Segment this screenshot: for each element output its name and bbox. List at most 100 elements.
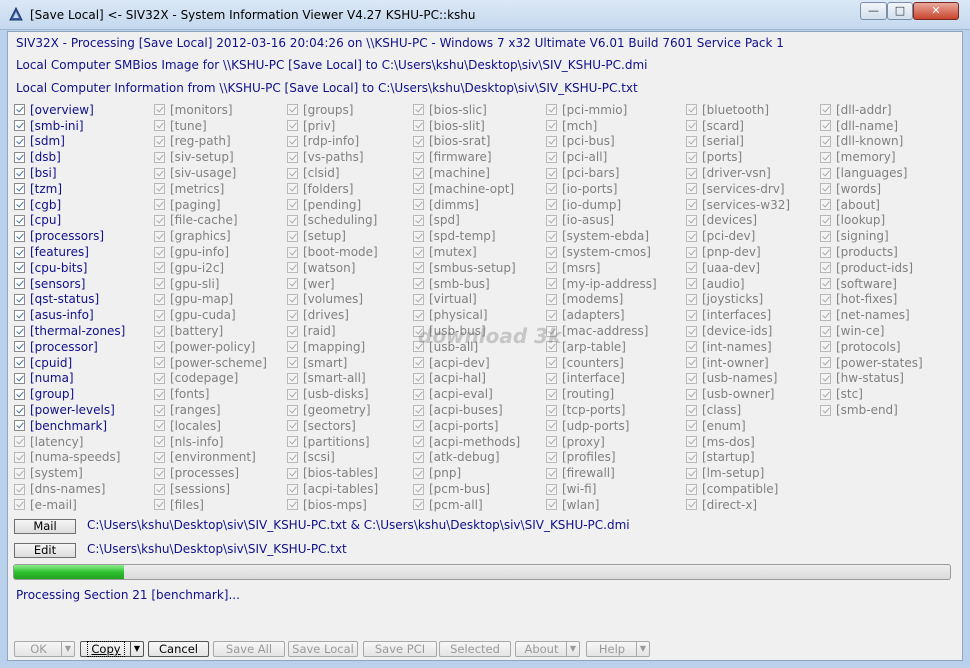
section-checkbox[interactable] — [14, 293, 25, 305]
help-dropdown-arrow-icon[interactable]: ▼ — [636, 642, 649, 656]
section-checkbox[interactable] — [154, 372, 165, 384]
section-option[interactable]: [pci-dev] — [686, 228, 790, 244]
section-option[interactable]: [pnp-dev] — [686, 244, 790, 260]
section-checkbox[interactable] — [546, 262, 557, 274]
section-checkbox[interactable] — [287, 467, 298, 479]
section-option[interactable]: [dll-name] — [820, 118, 923, 134]
section-checkbox[interactable] — [287, 246, 298, 258]
save-local-button[interactable]: Save Local — [288, 641, 358, 657]
section-checkbox[interactable] — [14, 309, 25, 321]
section-checkbox[interactable] — [287, 325, 298, 337]
section-checkbox[interactable] — [413, 167, 424, 179]
section-checkbox[interactable] — [820, 246, 831, 258]
section-checkbox[interactable] — [686, 293, 697, 305]
help-button[interactable]: Help ▼ — [586, 641, 650, 657]
section-checkbox[interactable] — [14, 436, 25, 448]
section-checkbox[interactable] — [686, 167, 697, 179]
section-option[interactable]: [dsb] — [14, 149, 125, 165]
section-checkbox[interactable] — [413, 372, 424, 384]
section-checkbox[interactable] — [287, 372, 298, 384]
copy-dropdown-arrow-icon[interactable]: ▼ — [130, 642, 143, 656]
section-option[interactable]: [compatible] — [686, 481, 790, 497]
section-option[interactable]: [audio] — [686, 276, 790, 292]
section-checkbox[interactable] — [287, 341, 298, 353]
section-checkbox[interactable] — [546, 420, 557, 432]
section-checkbox[interactable] — [14, 199, 25, 211]
section-checkbox[interactable] — [287, 293, 298, 305]
section-option[interactable]: [file-cache] — [154, 213, 267, 229]
section-option[interactable]: [tcp-ports] — [546, 402, 657, 418]
section-option[interactable]: [usb-names] — [686, 371, 790, 387]
section-checkbox[interactable] — [546, 246, 557, 258]
section-option[interactable]: [usb-owner] — [686, 386, 790, 402]
section-option[interactable]: [atk-debug] — [413, 450, 520, 466]
section-checkbox[interactable] — [287, 214, 298, 226]
section-checkbox[interactable] — [14, 420, 25, 432]
section-option[interactable]: [routing] — [546, 386, 657, 402]
section-option[interactable]: [profiles] — [546, 450, 657, 466]
section-checkbox[interactable] — [820, 278, 831, 290]
section-option[interactable]: [rdp-info] — [287, 134, 378, 150]
section-option[interactable]: [metrics] — [154, 181, 267, 197]
section-checkbox[interactable] — [154, 293, 165, 305]
section-checkbox[interactable] — [413, 151, 424, 163]
section-checkbox[interactable] — [686, 357, 697, 369]
section-checkbox[interactable] — [413, 183, 424, 195]
section-checkbox[interactable] — [154, 483, 165, 495]
section-checkbox[interactable] — [820, 151, 831, 163]
section-checkbox[interactable] — [686, 436, 697, 448]
section-checkbox[interactable] — [820, 341, 831, 353]
section-checkbox[interactable] — [413, 309, 424, 321]
section-checkbox[interactable] — [14, 246, 25, 258]
edit-button[interactable]: Edit — [14, 543, 76, 558]
section-checkbox[interactable] — [686, 183, 697, 195]
section-checkbox[interactable] — [14, 483, 25, 495]
section-checkbox[interactable] — [413, 357, 424, 369]
ok-button[interactable]: OK ▼ — [14, 641, 75, 657]
section-checkbox[interactable] — [14, 167, 25, 179]
selected-button[interactable]: Selected — [439, 641, 511, 657]
section-option[interactable]: [pci-mmio] — [546, 102, 657, 118]
section-option[interactable]: [scsi] — [287, 450, 378, 466]
section-checkbox[interactable] — [154, 278, 165, 290]
section-option[interactable]: [dns-names] — [14, 481, 125, 497]
section-checkbox[interactable] — [546, 199, 557, 211]
section-checkbox[interactable] — [14, 214, 25, 226]
section-option[interactable]: [interfaces] — [686, 307, 790, 323]
section-option[interactable]: [hot-fixes] — [820, 292, 923, 308]
section-checkbox[interactable] — [686, 372, 697, 384]
section-checkbox[interactable] — [154, 467, 165, 479]
section-option[interactable]: [products] — [820, 244, 923, 260]
section-checkbox[interactable] — [413, 293, 424, 305]
section-checkbox[interactable] — [686, 451, 697, 463]
section-option[interactable]: [smb-ini] — [14, 118, 125, 134]
section-option[interactable]: [gpu-sli] — [154, 276, 267, 292]
section-option[interactable]: [sectors] — [287, 418, 378, 434]
section-checkbox[interactable] — [154, 420, 165, 432]
section-checkbox[interactable] — [546, 357, 557, 369]
section-option[interactable]: [system] — [14, 465, 125, 481]
minimize-button[interactable]: — — [860, 2, 887, 20]
section-checkbox[interactable] — [14, 499, 25, 511]
section-checkbox[interactable] — [14, 372, 25, 384]
section-option[interactable]: [features] — [14, 244, 125, 260]
section-option[interactable]: [machine] — [413, 165, 520, 181]
section-option[interactable]: [dll-known] — [820, 134, 923, 150]
section-option[interactable]: [codepage] — [154, 371, 267, 387]
section-checkbox[interactable] — [287, 357, 298, 369]
section-option[interactable]: [processors] — [14, 228, 125, 244]
section-option[interactable]: [services-drv] — [686, 181, 790, 197]
section-option[interactable]: [locales] — [154, 418, 267, 434]
section-checkbox[interactable] — [546, 499, 557, 511]
section-checkbox[interactable] — [154, 199, 165, 211]
section-option[interactable]: [software] — [820, 276, 923, 292]
section-option[interactable]: [fonts] — [154, 386, 267, 402]
section-checkbox[interactable] — [820, 183, 831, 195]
section-checkbox[interactable] — [14, 404, 25, 416]
section-checkbox[interactable] — [686, 404, 697, 416]
section-checkbox[interactable] — [154, 341, 165, 353]
section-checkbox[interactable] — [154, 104, 165, 116]
section-checkbox[interactable] — [686, 214, 697, 226]
section-option[interactable]: [acpi-tables] — [287, 481, 378, 497]
section-checkbox[interactable] — [686, 104, 697, 116]
